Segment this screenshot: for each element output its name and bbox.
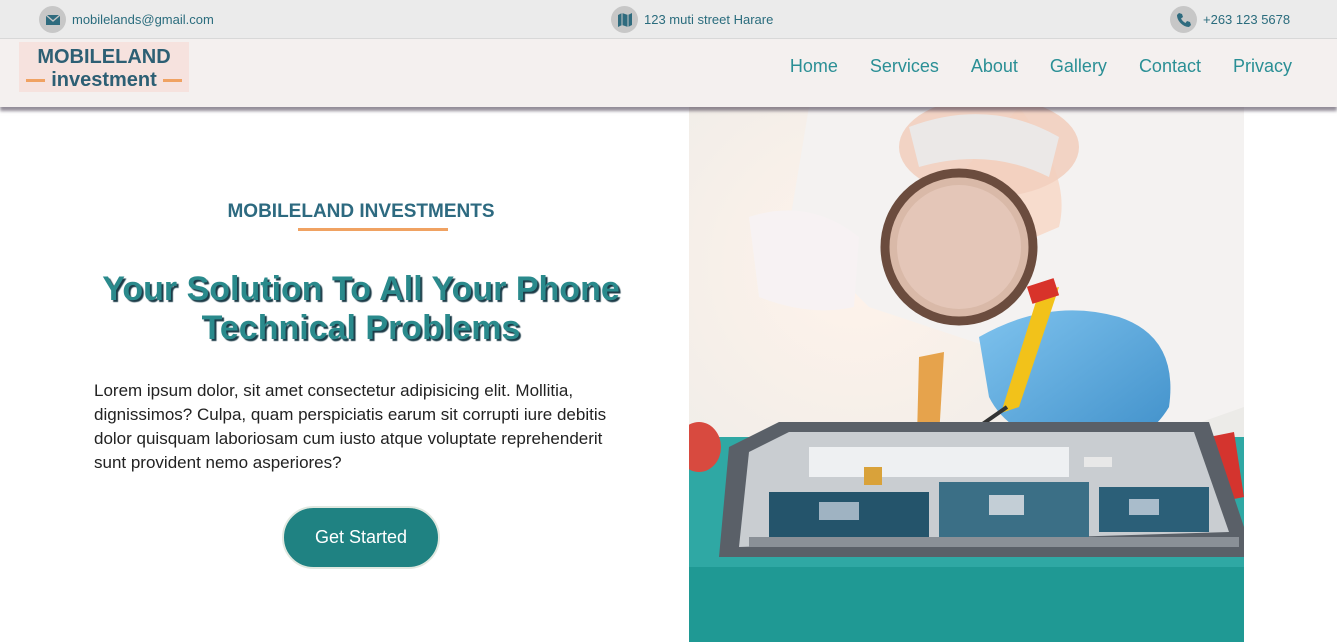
logo-line1: MOBILELAND (37, 46, 171, 68)
phone-icon (1170, 6, 1197, 33)
nav-about[interactable]: About (971, 56, 1018, 77)
nav-menu: Home Services About Gallery Contact Priv… (790, 56, 1292, 77)
contact-email[interactable]: mobilelands@gmail.com (39, 6, 214, 33)
top-contact-bar: mobilelands@gmail.com 123 muti street Ha… (0, 0, 1337, 39)
main-navbar: MOBILELAND investment Home Services Abou… (0, 39, 1337, 107)
nav-privacy[interactable]: Privacy (1233, 56, 1292, 77)
hero-kicker: MOBILELAND INVESTMENTS (227, 201, 495, 222)
map-icon (611, 6, 638, 33)
hero-headline: Your Solution To All Your Phone Technica… (102, 270, 620, 347)
contact-address-text: 123 muti street Harare (644, 12, 774, 27)
nav-gallery[interactable]: Gallery (1050, 56, 1107, 77)
hero-paragraph: Lorem ipsum dolor, sit amet consectetur … (94, 381, 607, 472)
nav-home[interactable]: Home (790, 56, 838, 77)
contact-phone[interactable]: +263 123 5678 (1170, 6, 1290, 33)
contact-address: 123 muti street Harare (611, 6, 773, 33)
logo-dash-right (162, 79, 182, 82)
hero-image-repair-technician (689, 107, 1244, 642)
hero-section: MOBILELAND INVESTMENTS Your Solution To … (0, 107, 689, 642)
logo-line2-wrap: investment (19, 69, 189, 92)
contact-phone-text[interactable]: +263 123 5678 (1203, 12, 1290, 27)
kicker-underline (298, 228, 448, 231)
envelope-icon (39, 6, 66, 33)
logo[interactable]: MOBILELAND investment (19, 42, 189, 92)
repair-illustration (689, 107, 1244, 642)
get-started-button[interactable]: Get Started (282, 506, 440, 569)
nav-services[interactable]: Services (870, 56, 939, 77)
nav-contact[interactable]: Contact (1139, 56, 1201, 77)
logo-line2: investment (51, 69, 157, 91)
logo-dash-left (26, 79, 46, 82)
contact-email-text[interactable]: mobilelands@gmail.com (72, 12, 214, 27)
